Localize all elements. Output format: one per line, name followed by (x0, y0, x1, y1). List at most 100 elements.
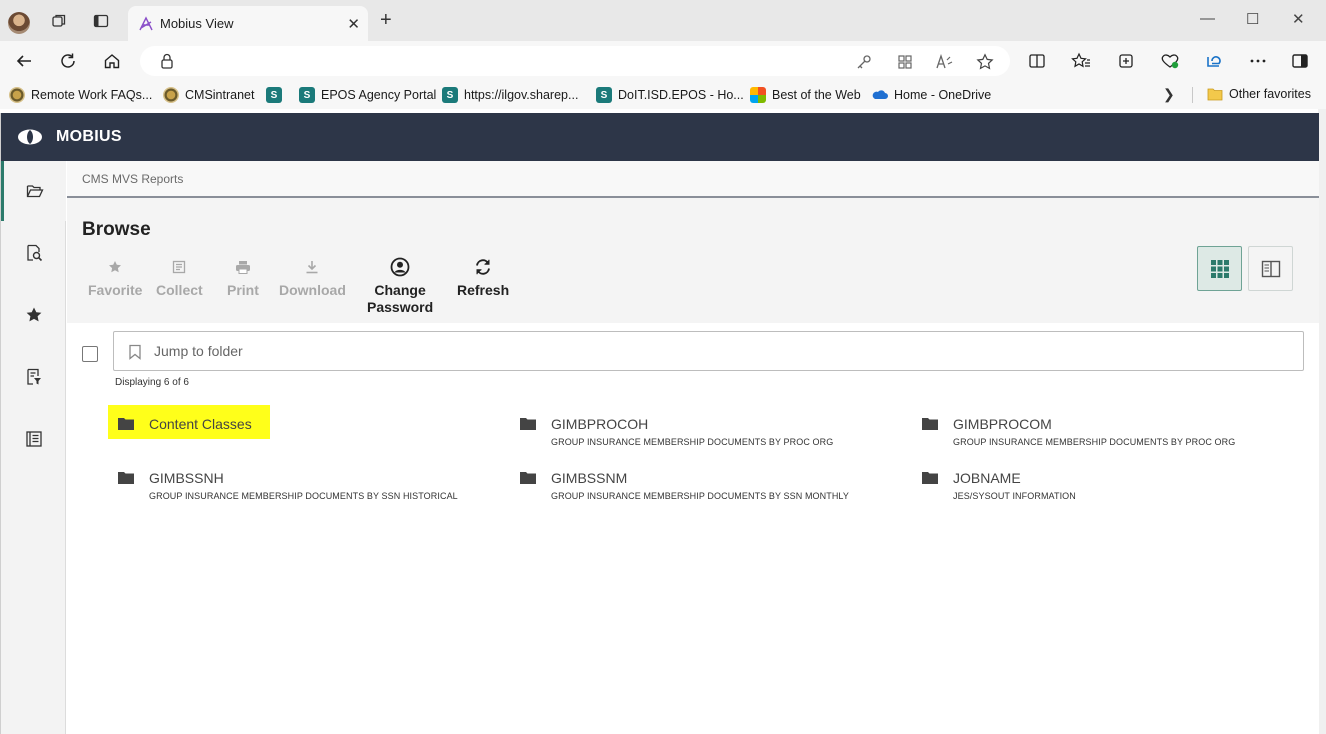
folder-description: GROUP INSURANCE MEMBERSHIP DOCUMENTS BY … (149, 491, 458, 501)
browser-essentials-icon[interactable] (1160, 51, 1180, 71)
favorite-label: Home - OneDrive (894, 88, 992, 102)
folder-name: Content Classes (149, 416, 252, 432)
edge-extension-icon[interactable] (1204, 51, 1224, 71)
favorite-link-remote-work[interactable]: Remote Work FAQs... (9, 87, 152, 103)
folder-name: GIMBPROCOM (953, 416, 1052, 432)
favorite-button[interactable]: Favorite (88, 256, 142, 299)
home-icon[interactable] (102, 51, 122, 71)
breadcrumb-bar: CMS MVS Reports (67, 161, 1319, 198)
favorites-divider (1192, 87, 1193, 103)
star-icon (26, 307, 41, 322)
print-label: Print (227, 282, 259, 298)
lock-icon[interactable] (160, 53, 174, 69)
favorite-link-cmsintranet[interactable]: CMSintranet (163, 87, 254, 103)
refresh-button[interactable]: Refresh (457, 256, 509, 299)
address-toolbar (0, 41, 1326, 81)
read-aloud-icon[interactable] (936, 53, 954, 71)
folder-item-jobname[interactable]: JOBNAME JES/SYSOUT INFORMATION (921, 465, 1301, 505)
address-bar[interactable] (140, 46, 1010, 76)
folder-item-gimbssnm[interactable]: GIMBSSNM GROUP INSURANCE MEMBERSHIP DOCU… (519, 465, 899, 505)
sharepoint-icon: S (266, 87, 282, 103)
tab-actions-icon[interactable] (92, 12, 110, 30)
tab-close-icon[interactable]: ✕ (347, 15, 360, 33)
folder-item-gimbprocoh[interactable]: GIMBPROCOH GROUP INSURANCE MEMBERSHIP DO… (519, 411, 899, 451)
mobius-logo-icon (18, 129, 42, 145)
collections-icon[interactable] (1116, 51, 1136, 71)
main-content: CMS MVS Reports Browse Favorite Collect … (67, 161, 1319, 734)
onedrive-icon (872, 90, 888, 99)
nav-browse[interactable] (1, 161, 66, 221)
breadcrumb[interactable]: CMS MVS Reports (82, 172, 183, 186)
favorite-label: Remote Work FAQs... (31, 88, 153, 102)
sharepoint-icon: S (596, 87, 612, 103)
change-password-button[interactable]: Change Password (367, 256, 433, 316)
other-favorites-label: Other favorites (1229, 87, 1311, 101)
sidebar-toggle-icon[interactable] (1290, 51, 1310, 71)
favorite-link-doit-epos[interactable]: S DoIT.ISD.EPOS - Ho... (596, 87, 744, 103)
folder-name: JOBNAME (953, 470, 1021, 486)
favorite-link-best-of-web[interactable]: Best of the Web (750, 87, 861, 103)
new-tab-button[interactable]: + (380, 10, 392, 30)
folder-name: GIMBPROCOH (551, 416, 649, 432)
select-all-checkbox[interactable] (82, 346, 98, 362)
seal-icon (163, 87, 179, 103)
folder-item-gimbprocom[interactable]: GIMBPROCOM GROUP INSURANCE MEMBERSHIP DO… (921, 411, 1301, 451)
back-icon[interactable] (14, 51, 34, 71)
profile-avatar[interactable] (8, 12, 30, 34)
app-brand: MOBIUS (56, 128, 122, 145)
folder-item-gimbssnh[interactable]: GIMBSSNH GROUP INSURANCE MEMBERSHIP DOCU… (117, 465, 497, 505)
print-icon (235, 261, 250, 274)
folder-open-icon (26, 185, 44, 198)
favorites-icon[interactable] (1071, 51, 1091, 71)
collect-label: Collect (156, 282, 203, 298)
refresh-icon (476, 259, 491, 275)
grid-view-icon (1210, 259, 1229, 278)
workspaces-icon[interactable] (50, 12, 68, 30)
folder-name: GIMBSSNH (149, 470, 224, 486)
nav-search[interactable] (1, 223, 66, 283)
apps-icon[interactable] (896, 53, 914, 71)
jump-to-folder-field[interactable] (113, 331, 1304, 371)
microsoft-icon (750, 87, 766, 103)
favorites-overflow-chevron-icon[interactable]: ❯ (1163, 86, 1175, 103)
favorite-label: CMSintranet (185, 88, 255, 102)
collect-button[interactable]: Collect (156, 256, 203, 299)
key-icon[interactable] (855, 53, 873, 71)
favorite-star-icon[interactable] (976, 53, 994, 71)
close-window-button[interactable]: ✕ (1292, 10, 1305, 28)
jump-to-folder-input[interactable] (154, 340, 1254, 362)
nav-reports[interactable] (1, 409, 66, 469)
seal-icon (9, 87, 25, 103)
folder-description: JES/SYSOUT INFORMATION (953, 491, 1076, 501)
folder-icon (118, 418, 134, 430)
nav-favorites[interactable] (1, 285, 66, 345)
other-favorites-folder[interactable]: Other favorites (1207, 87, 1311, 101)
browser-tab-active[interactable]: Mobius View ✕ (128, 6, 368, 41)
split-screen-icon[interactable] (1027, 51, 1047, 71)
nav-collections[interactable] (1, 347, 66, 407)
bookmark-icon (129, 344, 141, 360)
download-button[interactable]: Download (279, 256, 346, 299)
minimize-button[interactable]: — (1200, 10, 1215, 27)
split-view-button[interactable] (1248, 246, 1293, 291)
folder-item-content-classes[interactable]: Content Classes (108, 405, 497, 451)
reload-icon[interactable] (58, 51, 78, 71)
report-list-icon (25, 431, 42, 447)
folder-icon (118, 472, 134, 484)
window-right-edge (1318, 109, 1326, 734)
favorite-link-onedrive[interactable]: Home - OneDrive (872, 87, 991, 103)
collect-icon (173, 260, 186, 274)
more-menu-icon[interactable] (1248, 51, 1268, 71)
folder-description: GROUP INSURANCE MEMBERSHIP DOCUMENTS BY … (953, 437, 1236, 447)
tab-title: Mobius View (160, 16, 234, 31)
favorite-link-sharepoint[interactable]: S (266, 87, 282, 103)
favorite-link-ilgov-sharepoint[interactable]: S https://ilgov.sharep... (442, 87, 578, 103)
grid-view-button[interactable] (1197, 246, 1242, 291)
side-navigation (1, 161, 66, 734)
folder-icon (520, 418, 536, 430)
mobius-app: MOBIUS CMS MVS Reports Browse Favorite C… (0, 113, 1319, 734)
change-password-label-line1: Change (374, 282, 426, 298)
maximize-button[interactable]: ☐ (1246, 10, 1259, 28)
favorite-link-epos-portal[interactable]: S EPOS Agency Portal (299, 87, 436, 103)
print-button[interactable]: Print (227, 256, 259, 299)
